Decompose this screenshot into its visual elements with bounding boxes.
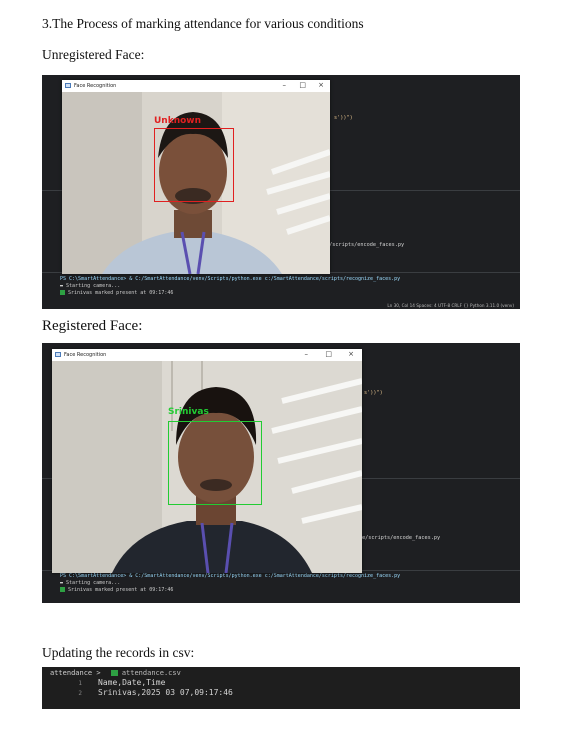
csv-row-text: Srinivas,2025 03 07,09:17:46 [98,688,233,697]
app-icon [65,83,71,88]
terminal-command: PS C:\SmartAttendance> & C:/SmartAttenda… [60,573,401,579]
section-heading: 3.The Process of marking attendance for … [42,16,364,31]
window-titlebar[interactable]: Face Recognition – □ × [52,349,362,361]
terminal-command: PS C:\SmartAttendance> & C:/SmartAttenda… [60,276,401,282]
csv-row: 1 Name,Date,Time [64,678,165,687]
terminal-line: ▬ Starting camera... [60,283,121,289]
app-icon [55,352,61,357]
encode-path: e/scripts/encode_faces.py [362,535,441,541]
unregistered-screenshot: s'))") e/scripts/encode_faces.py PS C:\S… [42,75,520,309]
breadcrumb-folder[interactable]: attendance [50,669,92,677]
maximize-icon[interactable]: □ [325,350,332,358]
face-label: Srinivas [168,407,209,417]
terminal-line: Srinivas marked present at 09:17:46 [60,290,400,297]
terminal-line: ▬ Starting camera... [60,580,121,586]
csv-row-text: Name,Date,Time [98,678,166,687]
terminal-output: PS C:\SmartAttendance> & C:/SmartAttenda… [60,276,400,297]
face-recognition-window[interactable]: Face Recognition – □ × [52,349,362,573]
window-titlebar[interactable]: Face Recognition – □ × [62,80,330,92]
csv-editor: attendance > attendance.csv 1 Name,Date,T… [42,667,520,709]
csv-file-icon [110,670,118,676]
breadcrumb-file[interactable]: attendance.csv [122,669,181,677]
chevron-right-icon: > [96,669,101,677]
close-icon[interactable]: × [318,81,324,89]
face-bounding-box [168,421,262,505]
check-icon [60,290,65,295]
camera-feed: Srinivas [52,361,362,573]
terminal-line: Srinivas marked present at 09:17:46 [60,587,400,594]
minimize-icon[interactable]: – [283,81,287,89]
face-label: Unknown [154,116,202,126]
terminal-output: PS C:\SmartAttendance> & C:/SmartAttenda… [60,573,400,594]
line-number: 2 [78,690,82,697]
minimize-icon[interactable]: – [305,350,309,358]
check-icon [60,587,65,592]
registered-screenshot: s'))") e/scripts/encode_faces.py PS C:\S… [42,343,520,603]
encode-path: e/scripts/encode_faces.py [326,242,405,248]
code-snippet: s'))") [364,390,383,396]
status-bar: Ln 30, Col 14 Spaces: 4 UTF-8 CRLF {} Py… [387,303,514,308]
face-recognition-window[interactable]: Face Recognition – □ × [62,80,330,274]
window-title: Face Recognition [64,352,107,358]
line-number: 1 [78,680,82,687]
csv-label: Updating the records in csv: [42,645,195,660]
window-title: Face Recognition [74,83,117,89]
unregistered-label: Unregistered Face: [42,47,145,62]
registered-label: Registered Face: [42,318,143,334]
breadcrumb: attendance > attendance.csv [50,669,181,677]
close-icon[interactable]: × [348,350,354,358]
code-snippet: s'))") [334,115,353,121]
csv-row: 2 Srinivas,2025 03 07,09:17:46 [64,688,233,697]
camera-feed: Unknown [62,92,330,274]
face-bounding-box [154,128,234,202]
maximize-icon[interactable]: □ [299,81,306,89]
